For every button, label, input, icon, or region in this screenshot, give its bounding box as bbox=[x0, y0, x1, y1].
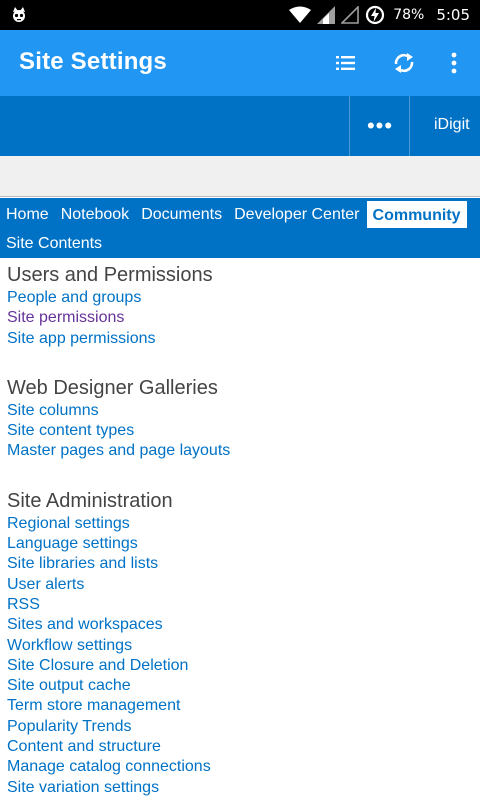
section-heading: Web Designer Galleries bbox=[7, 376, 218, 399]
link-workflow-settings[interactable]: Workflow settings bbox=[7, 637, 132, 654]
link-site-output-cache[interactable]: Site output cache bbox=[7, 677, 131, 694]
list-icon bbox=[336, 56, 355, 70]
overflow-menu-button[interactable] bbox=[438, 47, 470, 79]
page-title: Site Settings bbox=[19, 48, 167, 75]
nav-tab-home[interactable]: Home bbox=[0, 200, 55, 229]
status-bar: 78% 5:05 bbox=[0, 0, 480, 30]
wifi-icon bbox=[289, 6, 312, 23]
nav-tab-notebook[interactable]: Notebook bbox=[55, 200, 136, 229]
link-site-variation-settings[interactable]: Site variation settings bbox=[7, 779, 159, 796]
page-header-band bbox=[0, 156, 480, 197]
link-popularity-trends[interactable]: Popularity Trends bbox=[7, 718, 132, 735]
link-rss[interactable]: RSS bbox=[7, 596, 40, 613]
suite-bar: ••• iDigit bbox=[0, 96, 480, 156]
nav-tab-documents[interactable]: Documents bbox=[135, 200, 228, 229]
link-user-alerts[interactable]: User alerts bbox=[7, 576, 84, 593]
nav-tab-community[interactable]: Community bbox=[365, 200, 468, 229]
link-language-settings[interactable]: Language settings bbox=[7, 535, 138, 552]
nav-tab-developer-center[interactable]: Developer Center bbox=[228, 200, 365, 229]
more-options-button[interactable]: ••• bbox=[351, 96, 409, 156]
nav-site-contents[interactable]: Site Contents bbox=[6, 235, 102, 253]
section-site-administration: Site Administration Regional settings La… bbox=[7, 488, 477, 798]
signal-icon bbox=[317, 6, 336, 24]
link-site-permissions[interactable]: Site permissions bbox=[7, 309, 124, 326]
section-heading: Site Administration bbox=[7, 489, 173, 512]
list-view-button[interactable] bbox=[330, 47, 362, 79]
divider bbox=[349, 96, 350, 156]
settings-content: Users and Permissions People and groups … bbox=[7, 262, 477, 800]
refresh-icon bbox=[394, 53, 414, 73]
battery-percentage: 78% bbox=[393, 7, 425, 23]
link-site-closure-and-deletion[interactable]: Site Closure and Deletion bbox=[7, 657, 188, 674]
link-site-columns[interactable]: Site columns bbox=[7, 402, 99, 419]
app-bar: Site Settings bbox=[0, 30, 480, 96]
signal-empty-icon bbox=[341, 6, 359, 24]
clock: 5:05 bbox=[436, 6, 470, 24]
link-content-and-structure[interactable]: Content and structure bbox=[7, 738, 161, 755]
section-heading: Users and Permissions bbox=[7, 264, 213, 286]
overflow-menu-icon bbox=[451, 52, 457, 74]
section-users-and-permissions: Users and Permissions People and groups … bbox=[7, 262, 477, 349]
link-sites-and-workspaces[interactable]: Sites and workspaces bbox=[7, 616, 163, 633]
link-regional-settings[interactable]: Regional settings bbox=[7, 515, 130, 532]
link-site-content-types[interactable]: Site content types bbox=[7, 422, 134, 439]
link-site-app-permissions[interactable]: Site app permissions bbox=[7, 330, 156, 347]
nav-tabs: Home Notebook Documents Developer Center… bbox=[0, 200, 468, 229]
link-master-pages-and-page-layouts[interactable]: Master pages and page layouts bbox=[7, 442, 230, 459]
user-name[interactable]: iDigit bbox=[434, 116, 470, 134]
link-site-libraries-and-lists[interactable]: Site libraries and lists bbox=[7, 555, 158, 572]
link-term-store-management[interactable]: Term store management bbox=[7, 697, 180, 714]
link-manage-catalog-connections[interactable]: Manage catalog connections bbox=[7, 758, 211, 775]
battery-charging-icon bbox=[366, 5, 385, 25]
app-notification-icon bbox=[13, 7, 25, 22]
link-people-and-groups[interactable]: People and groups bbox=[7, 289, 141, 306]
refresh-button[interactable] bbox=[388, 47, 420, 79]
section-web-designer-galleries: Web Designer Galleries Site columns Site… bbox=[7, 375, 477, 462]
divider bbox=[409, 96, 410, 156]
top-navigation: Home Notebook Documents Developer Center… bbox=[0, 198, 480, 258]
